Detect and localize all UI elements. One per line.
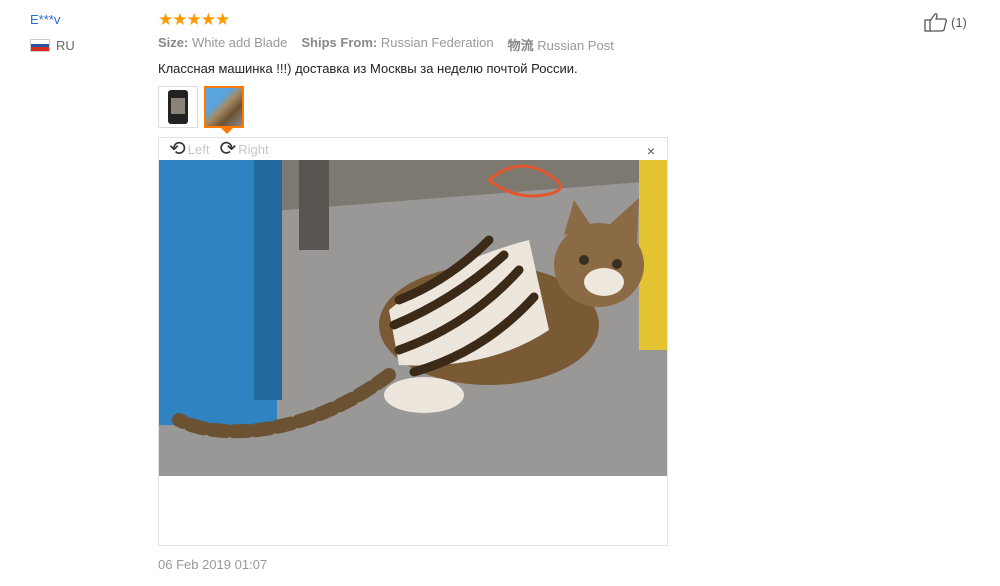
rotate-right-button[interactable]: ⟳ Right	[219, 138, 268, 160]
rotate-right-icon: ⟳	[219, 138, 237, 160]
star-rating: ★★★★★	[158, 10, 230, 29]
photo-viewer: ⟲ Left ⟳ Right ×	[158, 137, 668, 546]
review-date: 06 Feb 2019 01:07	[158, 557, 268, 572]
reviewer-country: RU	[30, 38, 75, 53]
thumbs-up-icon	[924, 13, 947, 32]
meta-ships-from: Ships From: Russian Federation	[301, 35, 494, 50]
meta-size: Size: White add Blade	[158, 35, 288, 50]
rotate-left-icon: ⟲	[169, 138, 186, 160]
thumbnail-cat-photo[interactable]	[204, 86, 244, 134]
review-comment: Классная машинка !!!) доставка из Москвы…	[158, 61, 578, 76]
thumbnail-phone-photo[interactable]	[158, 86, 198, 128]
rotate-left-button[interactable]: ⟲ Left	[169, 138, 209, 160]
review-meta: Size: White add Blade Ships From: Russia…	[158, 35, 614, 54]
country-code: RU	[56, 38, 75, 53]
like-count: (1)	[951, 14, 967, 30]
russia-flag-icon	[30, 39, 50, 52]
close-icon[interactable]: ×	[647, 143, 655, 159]
review-photo	[159, 160, 667, 476]
like-button[interactable]: (1)	[924, 12, 967, 32]
reviewer-name: E***v	[30, 12, 61, 27]
photo-thumbnails	[158, 86, 244, 134]
meta-logistics: 物流 Russian Post	[507, 38, 614, 53]
